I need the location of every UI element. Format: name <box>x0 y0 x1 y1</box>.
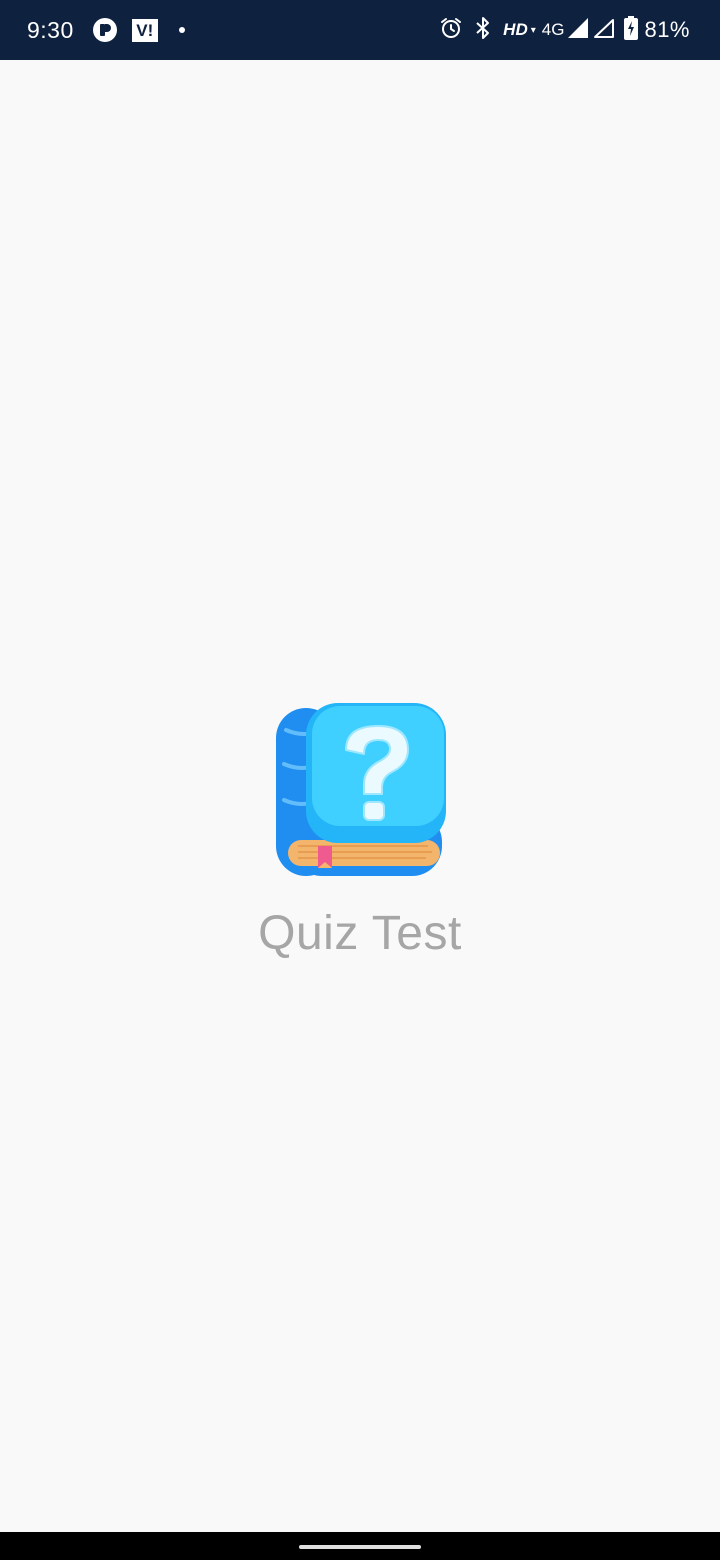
data-activity-icon: ▾ <box>530 24 536 36</box>
vi-carrier-icon: V! <box>131 18 158 42</box>
signal-empty-icon <box>592 17 616 44</box>
splash-content: Quiz Test <box>0 700 720 961</box>
battery-percent: 81% <box>644 17 690 42</box>
navigation-bar <box>0 1532 720 1560</box>
app-notification-icon <box>92 17 118 43</box>
status-bar-right: HD ▾ 4G 81% <box>429 0 690 60</box>
battery-charging-icon <box>624 15 639 45</box>
hd-voice-label: HD <box>503 20 528 39</box>
status-bar: 9:30 V! HD ▾ 4G 81% <box>0 0 720 60</box>
status-time: 9:30 <box>27 16 74 43</box>
status-bar-left: 9:30 V! <box>27 0 185 60</box>
bluetooth-icon <box>473 16 493 45</box>
alarm-icon <box>439 16 463 45</box>
notification-dot-icon <box>178 27 185 33</box>
network-type-label: 4G <box>541 20 565 39</box>
home-gesture-handle[interactable] <box>299 1545 421 1549</box>
signal-icon <box>566 17 590 44</box>
app-title: Quiz Test <box>258 907 462 960</box>
quiz-book-question-icon <box>276 703 446 876</box>
